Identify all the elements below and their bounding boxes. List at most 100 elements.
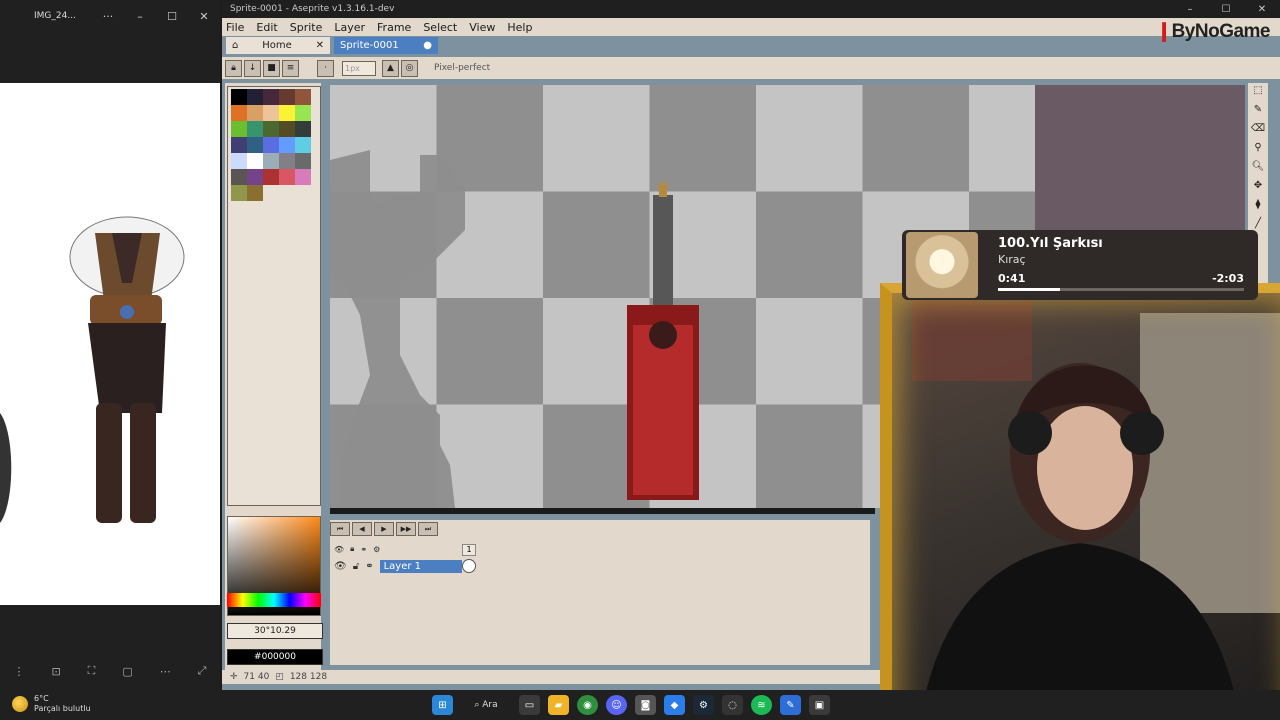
layer-row[interactable]: 👁︎ 🔓︎ ⚭ Layer 1	[330, 558, 478, 574]
list-icon[interactable]: ≡	[282, 59, 299, 77]
palette-swatch[interactable]	[263, 153, 279, 169]
unsaved-dot-icon[interactable]: ●	[423, 40, 432, 51]
link-icon[interactable]: ⚭	[360, 545, 367, 554]
palette-swatch[interactable]	[231, 169, 247, 185]
menu-frame[interactable]: Frame	[377, 21, 411, 34]
fill-tool-icon[interactable]: ⧫	[1250, 199, 1266, 216]
palette-swatch[interactable]	[247, 121, 263, 137]
layer-options-icon[interactable]: ⚙	[373, 545, 380, 554]
palette-swatch[interactable]	[263, 137, 279, 153]
menu-sprite[interactable]: Sprite	[290, 21, 323, 34]
spotify-icon[interactable]: ≋	[751, 695, 772, 715]
maximize-button[interactable]: ☐	[1208, 4, 1244, 15]
cel-icon[interactable]	[462, 559, 476, 573]
more-options-icon[interactable]: ⋯	[160, 665, 171, 678]
palette-swatch[interactable]	[295, 137, 311, 153]
brush-size-input[interactable]: 1px	[342, 60, 376, 76]
palette-swatch[interactable]	[295, 89, 311, 105]
hue-slider[interactable]	[227, 593, 321, 607]
tab-sprite[interactable]: Sprite-0001 ●	[334, 37, 438, 54]
eraser-tool-icon[interactable]: ⌫	[1250, 123, 1266, 140]
palette-swatch[interactable]	[231, 137, 247, 153]
obs-icon[interactable]: ◌	[722, 695, 743, 715]
search-button[interactable]: ⌕ Ara	[461, 695, 511, 715]
eye-icon[interactable]: 👁︎	[334, 561, 347, 572]
palette-swatch[interactable]	[231, 89, 247, 105]
palette-swatch[interactable]	[231, 153, 247, 169]
palette-swatch[interactable]	[231, 121, 247, 137]
palette-swatch[interactable]	[279, 89, 295, 105]
tab-close-icon[interactable]: ✕	[316, 40, 324, 51]
lock-icon[interactable]: 🔒︎	[225, 59, 242, 77]
camera-icon[interactable]: ◙	[635, 695, 656, 715]
chrome-icon[interactable]: ◉	[577, 695, 598, 715]
menu-layer[interactable]: Layer	[334, 21, 365, 34]
palette-swatch[interactable]	[263, 169, 279, 185]
minimize-button[interactable]: –	[124, 10, 156, 23]
tab-home[interactable]: ⌂ Home ✕	[226, 37, 330, 54]
palette-swatch[interactable]	[279, 137, 295, 153]
palette-swatch[interactable]	[263, 121, 279, 137]
lock-icon[interactable]: 🔓︎	[353, 561, 359, 572]
hex-field[interactable]: #000000	[227, 649, 323, 665]
menu-edit[interactable]: Edit	[256, 21, 277, 34]
fit-icon[interactable]: ⊡	[51, 665, 60, 678]
palette-swatch[interactable]	[279, 153, 295, 169]
file-explorer-icon[interactable]: ▰	[548, 695, 569, 715]
palette-swatch[interactable]	[279, 121, 295, 137]
menu-file[interactable]: File	[226, 21, 244, 34]
menu-select[interactable]: Select	[423, 21, 457, 34]
split-icon[interactable]: ⋮	[13, 665, 24, 678]
layer-name[interactable]: Layer 1	[379, 559, 462, 573]
palette-swatch[interactable]	[295, 121, 311, 137]
more-icon[interactable]: ···	[92, 10, 124, 23]
opacity-icon[interactable]: ◎	[401, 59, 418, 77]
lock-icon[interactable]: 🔒︎	[350, 544, 354, 554]
horizontal-scrollbar[interactable]	[330, 508, 875, 514]
palette-swatch[interactable]	[263, 89, 279, 105]
palette-swatch[interactable]	[247, 105, 263, 121]
maximize-button[interactable]: ☐	[156, 10, 188, 23]
menu-view[interactable]: View	[469, 21, 495, 34]
steam-icon[interactable]: ⚙	[693, 695, 714, 715]
eye-icon[interactable]: 👁︎	[334, 545, 344, 554]
palette-swatch[interactable]	[247, 89, 263, 105]
palette-swatch[interactable]	[247, 169, 263, 185]
zoom-tool-icon[interactable]: 🔍︎	[1250, 161, 1266, 178]
minimize-button[interactable]: –	[1172, 4, 1208, 15]
frame-number[interactable]: 1	[462, 544, 476, 556]
aseprite-icon[interactable]: ▣	[809, 695, 830, 715]
fullscreen-icon[interactable]: ▢	[122, 665, 132, 678]
palette-swatch[interactable]	[295, 105, 311, 121]
expand-icon[interactable]: ⤢	[198, 664, 207, 678]
continuous-icon[interactable]: ⚭	[365, 561, 373, 572]
discord-icon[interactable]: ☺	[606, 695, 627, 715]
menu-help[interactable]: Help	[507, 21, 532, 34]
ink-icon[interactable]: ▲	[382, 59, 399, 77]
pixel-perfect-toggle[interactable]: Pixel-perfect	[434, 63, 490, 73]
download-icon[interactable]: ↓	[244, 59, 261, 77]
next-frame-button[interactable]: ▶▶	[396, 522, 416, 536]
hsv-field[interactable]: 30°10.29	[227, 623, 323, 639]
palette-swatch[interactable]	[263, 105, 279, 121]
palette-swatch[interactable]	[247, 137, 263, 153]
weather-widget[interactable]: 6°C Parçalı bulutlu	[12, 694, 91, 714]
stop-icon[interactable]: ■	[263, 59, 280, 77]
dropbox-icon[interactable]: ◆	[664, 695, 685, 715]
close-button[interactable]: ✕	[1244, 4, 1280, 15]
eyedropper-tool-icon[interactable]: ⚲	[1250, 142, 1266, 159]
palette-swatch[interactable]	[231, 185, 247, 201]
palette-swatch[interactable]	[279, 169, 295, 185]
windows-start-icon[interactable]: ⊞	[432, 695, 453, 715]
play-button[interactable]: ▶	[374, 522, 394, 536]
last-frame-button[interactable]: ⏭	[418, 522, 438, 536]
palette-swatch[interactable]	[247, 185, 263, 201]
first-frame-button[interactable]: ⏮	[330, 522, 350, 536]
close-button[interactable]: ✕	[188, 10, 220, 23]
palette-swatch[interactable]	[247, 153, 263, 169]
brush-type-button[interactable]: ·	[317, 59, 334, 77]
task-view-icon[interactable]: ▭	[519, 695, 540, 715]
palette-swatch[interactable]	[231, 105, 247, 121]
palette-swatch[interactable]	[279, 105, 295, 121]
prev-frame-button[interactable]: ◀	[352, 522, 372, 536]
